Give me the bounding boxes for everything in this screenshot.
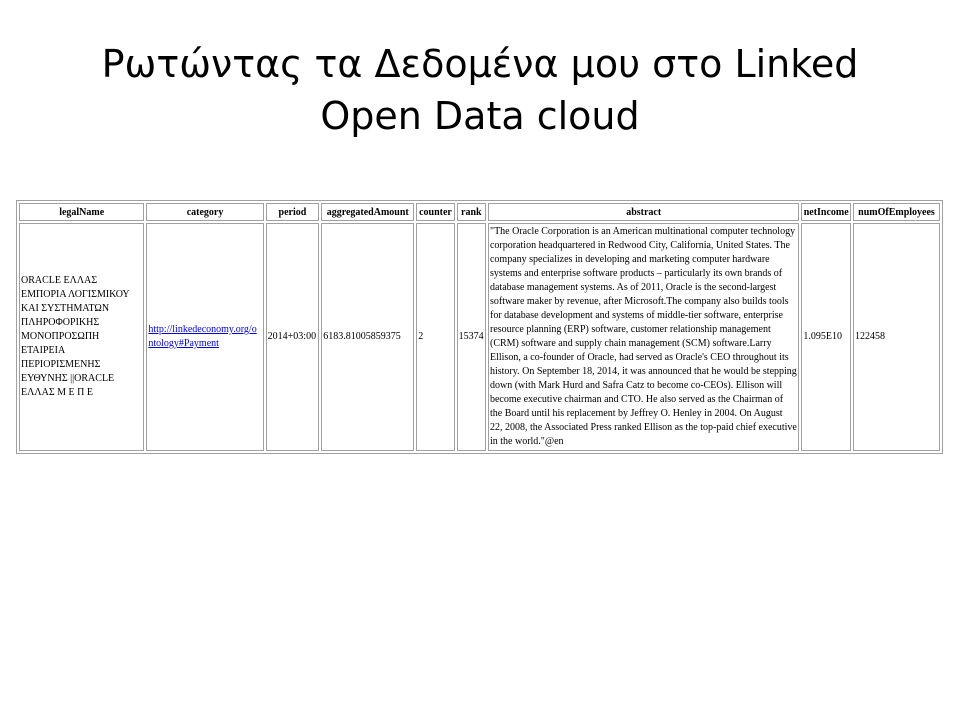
column-header-netincome: netIncome <box>801 203 851 221</box>
column-header-rank: rank <box>456 203 486 221</box>
cell-numofemployees: 122458 <box>852 223 940 451</box>
slide-title-line-1: Ρωτώντας τα Δεδομένα μου στο Linked <box>101 42 859 86</box>
column-header-period: period <box>265 203 320 221</box>
cell-category: http://linkedeconomy.org/ontology#Paymen… <box>146 223 264 451</box>
results-table-container: legalName category period aggregatedAmou… <box>16 200 943 454</box>
column-header-counter: counter <box>416 203 455 221</box>
cell-netincome: 1.095E10 <box>801 223 851 451</box>
slide-title-line-2: Open Data cloud <box>320 94 640 138</box>
cell-aggregatedamount: 6183.81005859375 <box>321 223 415 451</box>
cell-period: 2014+03:00 <box>265 223 320 451</box>
slide-title: Ρωτώντας τα Δεδομένα μου στο Linked Open… <box>40 38 920 142</box>
column-header-aggregatedamount: aggregatedAmount <box>321 203 415 221</box>
results-table: legalName category period aggregatedAmou… <box>16 200 943 454</box>
cell-legalname: ORACLE ΕΛΛΑΣ ΕΜΠΟΡΙΑ ΛΟΓΙΣΜΙΚΟΥ ΚΑΙ ΣΥΣΤ… <box>19 223 145 451</box>
column-header-numofemployees: numOfEmployees <box>852 203 940 221</box>
cell-counter: 2 <box>416 223 455 451</box>
table-row: ORACLE ΕΛΛΑΣ ΕΜΠΟΡΙΑ ΛΟΓΙΣΜΙΚΟΥ ΚΑΙ ΣΥΣΤ… <box>19 223 940 451</box>
cell-abstract: "The Oracle Corporation is an American m… <box>487 223 800 451</box>
cell-rank: 15374 <box>456 223 486 451</box>
category-link[interactable]: http://linkedeconomy.org/ontology#Paymen… <box>148 324 256 349</box>
column-header-abstract: abstract <box>487 203 800 221</box>
column-header-legalname: legalName <box>19 203 145 221</box>
table-header-row: legalName category period aggregatedAmou… <box>19 203 940 221</box>
column-header-category: category <box>146 203 264 221</box>
